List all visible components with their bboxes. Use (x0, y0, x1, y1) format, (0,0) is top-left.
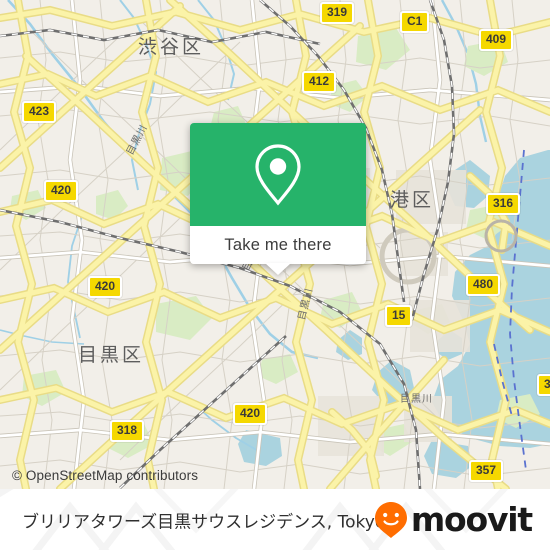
road-shield: 319 (320, 2, 355, 24)
road-shield: 420 (44, 180, 79, 202)
location-callout-card[interactable]: Take me there (190, 123, 366, 275)
map-area-label: 渋谷区 (138, 36, 205, 58)
road-shield: 480 (466, 274, 501, 296)
location-title: ブリリアタワーズ目黒サウスレジデンス, Tokyo (22, 512, 386, 532)
road-shield: 409 (479, 29, 514, 51)
callout-tail (265, 263, 291, 275)
footer-bar: ブリリアタワーズ目黒サウスレジデンス, Tokyo moovit (0, 489, 550, 550)
road-shield: C1 (400, 11, 430, 33)
road-shield: 412 (302, 71, 337, 93)
moovit-smiling-pin-icon (374, 501, 407, 538)
moovit-wordmark: moovit (410, 500, 533, 539)
map-canvas[interactable]: 渋谷区 港区 目黒区 目黒川 目黒川 目黒川 目黒川 319 C1 409 41… (0, 0, 550, 489)
take-me-there-button[interactable]: Take me there (190, 226, 366, 275)
map-area-label: 港区 (390, 189, 435, 211)
road-shield: 357 (469, 460, 504, 482)
road-shield: 316 (486, 193, 521, 215)
map-attribution: © OpenStreetMap contributors (12, 468, 199, 483)
road-shield: 420 (88, 276, 123, 298)
screenshot-root: 渋谷区 港区 目黒区 目黒川 目黒川 目黒川 目黒川 319 C1 409 41… (0, 0, 550, 550)
map-area-label: 目黒区 (78, 344, 145, 366)
road-shield: 15 (385, 305, 413, 327)
card-icon-area (190, 123, 366, 226)
road-shield: 318 (110, 420, 145, 442)
take-me-there-label: Take me there (224, 235, 332, 254)
road-shield: 423 (22, 101, 57, 123)
road-shield: 35 (537, 374, 550, 396)
moovit-logo[interactable]: moovit (374, 500, 533, 539)
map-river-label: 目黒川 (400, 394, 433, 405)
location-pin-icon (255, 143, 301, 206)
road-shield: 420 (233, 403, 268, 425)
